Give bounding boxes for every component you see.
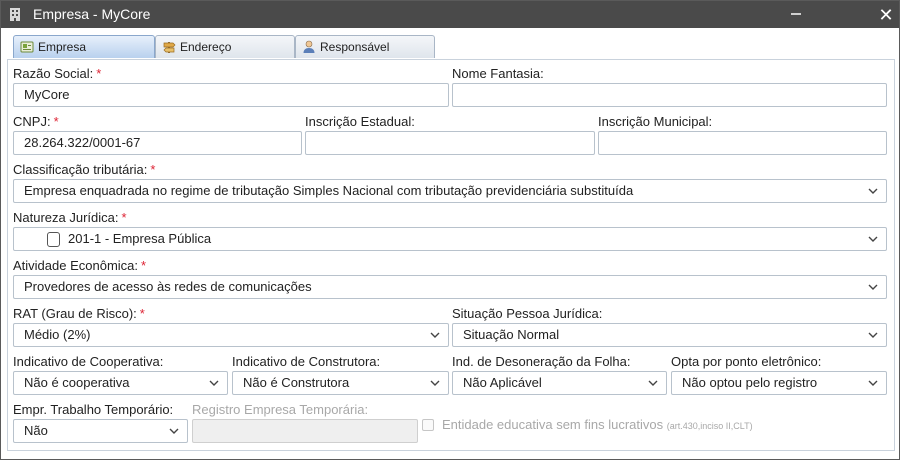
situacao-select[interactable]: Situação Normal	[452, 323, 887, 347]
window-title: Empresa - MyCore	[33, 6, 151, 22]
entidade-educativa-checkbox[interactable]	[422, 419, 434, 431]
company-card-icon	[20, 41, 34, 53]
tab-responsavel[interactable]: Responsável	[295, 35, 435, 58]
ponto-label: Opta por ponto eletrônico:	[671, 354, 822, 369]
registro-temporaria-input	[192, 419, 418, 443]
razao-social-label: Razão Social: *	[13, 66, 102, 81]
tab-empresa[interactable]: Empresa	[13, 35, 155, 58]
classificacao-label: Classificação tributária: *	[13, 162, 156, 177]
atividade-label: Atividade Econômica: *	[13, 258, 147, 273]
document-icon	[47, 232, 60, 247]
person-icon	[303, 40, 315, 53]
entidade-educativa-label: Entidade educativa sem fins lucrativos (…	[442, 417, 753, 432]
signpost-icon	[163, 42, 176, 53]
nome-fantasia-label: Nome Fantasia:	[452, 66, 544, 81]
inscricao-municipal-label: Inscrição Municipal:	[598, 114, 713, 129]
cnpj-label: CNPJ: *	[13, 114, 59, 129]
chevron-down-icon	[868, 284, 878, 290]
razao-social-input[interactable]: MyCore	[13, 83, 449, 107]
construtora-select[interactable]: Não é Construtora	[232, 371, 449, 395]
chevron-down-icon	[430, 380, 440, 386]
trabalho-temporario-label: Empr. Trabalho Temporário:	[13, 402, 174, 417]
registro-temporaria-label: Registro Empresa Temporária:	[192, 402, 369, 417]
company-dialog: Empresa - MyCore ✕ Empresa Endereço Resp…	[0, 0, 900, 460]
rat-label: RAT (Grau de Risco): *	[13, 306, 145, 321]
inscricao-estadual-label: Inscrição Estadual:	[305, 114, 415, 129]
chevron-down-icon	[169, 428, 179, 434]
atividade-select[interactable]: Provedores de acesso às redes de comunic…	[13, 275, 887, 299]
desoneracao-select[interactable]: Não Aplicável	[452, 371, 667, 395]
chevron-down-icon	[868, 380, 878, 386]
cooperativa-label: Indicativo de Cooperativa:	[13, 354, 164, 369]
chevron-down-icon	[209, 380, 219, 386]
title-bar: Empresa - MyCore ✕	[1, 1, 899, 28]
close-button[interactable]: ✕	[874, 3, 898, 27]
inscricao-municipal-input[interactable]	[598, 131, 887, 155]
chevron-down-icon	[868, 332, 878, 338]
minimize-button[interactable]	[791, 13, 801, 15]
trabalho-temporario-select[interactable]: Não	[13, 419, 188, 443]
inscricao-estadual-input[interactable]	[305, 131, 595, 155]
construtora-label: Indicativo de Construtora:	[232, 354, 381, 369]
rat-select[interactable]: Médio (2%)	[13, 323, 449, 347]
cooperativa-select[interactable]: Não é cooperativa	[13, 371, 228, 395]
ponto-select[interactable]: Não optou pelo registro	[671, 371, 887, 395]
cnpj-input[interactable]: 28.264.322/0001-67	[13, 131, 302, 155]
natureza-label: Natureza Jurídica: *	[13, 210, 127, 225]
desoneracao-label: Ind. de Desoneração da Folha:	[452, 354, 631, 369]
chevron-down-icon	[868, 236, 878, 242]
building-icon	[10, 8, 20, 21]
natureza-select[interactable]: 201-1 - Empresa Pública	[13, 227, 887, 251]
chevron-down-icon	[648, 380, 658, 386]
chevron-down-icon	[430, 332, 440, 338]
chevron-down-icon	[868, 188, 878, 194]
classificacao-select[interactable]: Empresa enquadrada no regime de tributaç…	[13, 179, 887, 203]
tab-endereco[interactable]: Endereço	[155, 35, 295, 58]
situacao-label: Situação Pessoa Jurídica:	[452, 306, 603, 321]
nome-fantasia-input[interactable]	[452, 83, 887, 107]
